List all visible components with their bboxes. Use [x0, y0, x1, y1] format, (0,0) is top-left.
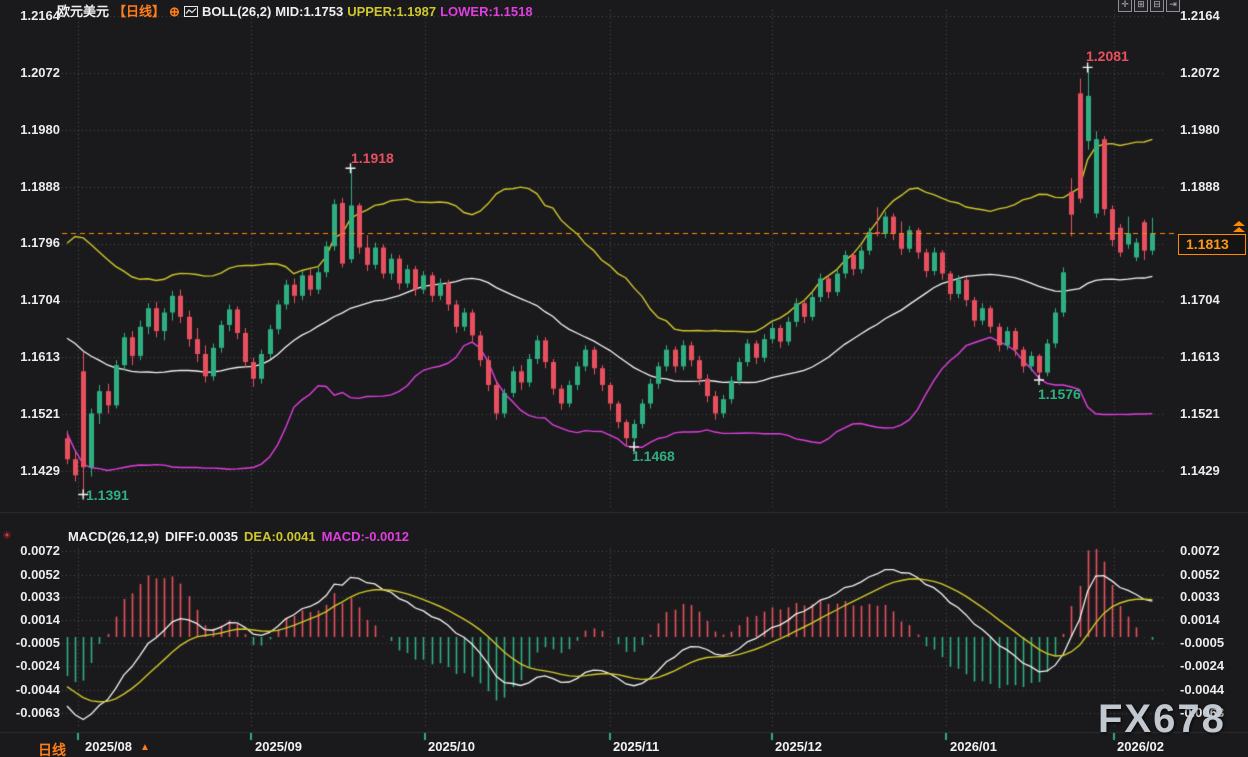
crosshair-icon[interactable]: ✛ [1118, 0, 1132, 12]
macd-tick-right: 0.0072 [1180, 543, 1240, 559]
macd-tick: -0.0044 [6, 682, 60, 698]
price-tick: 1.2164 [6, 8, 60, 24]
macd-tick: 0.0033 [6, 589, 60, 605]
price-tick-right: 1.1521 [1180, 406, 1240, 422]
price-tick-right: 1.2072 [1180, 65, 1240, 81]
price-tick: 1.1429 [6, 463, 60, 479]
macd-tick: 0.0052 [6, 567, 60, 583]
macd-tick: 0.0014 [6, 612, 60, 628]
high-annotation: 1.1918 [351, 150, 394, 166]
macd-header: MACD(26,12,9) DIFF:0.0035 DEA:0.0041 MACD:-… [68, 529, 415, 544]
timeframe-up-arrow-icon[interactable]: ▲ [140, 742, 150, 753]
macd-tick-right: 0.0052 [1180, 567, 1240, 583]
macd-hist-value: MACD:-0.0012 [322, 529, 409, 544]
price-tick-right: 1.1613 [1180, 349, 1240, 365]
macd-tick: -0.0063 [6, 705, 60, 721]
indicator-chart-icon[interactable] [184, 5, 198, 20]
price-tick: 1.2072 [6, 65, 60, 81]
macd-tick: 0.0072 [6, 543, 60, 559]
price-tick: 1.1521 [6, 406, 60, 422]
macd-tick: -0.0005 [6, 635, 60, 651]
price-tick-right: 1.2164 [1180, 8, 1240, 24]
boll-mid-value: MID:1.1753 [275, 4, 343, 19]
chart-header: 欧元美元【日线】 ⊕ BOLL(26,2) MID:1.1753 UPPER:1.198… [57, 1, 537, 20]
low-annotation: 1.1391 [86, 487, 129, 503]
fx678-watermark: FX678 [1098, 697, 1226, 742]
symbol-name: 欧元美元 [57, 4, 109, 19]
candlestick-chart-canvas[interactable] [0, 0, 1248, 757]
last-price-badge[interactable]: 1.1813 [1178, 234, 1246, 255]
time-tick: 2025/09 [255, 739, 302, 754]
add-pane-icon[interactable]: ⊞ [1134, 0, 1148, 12]
time-tick: 2025/10 [428, 739, 475, 754]
macd-tick-right: -0.0044 [1180, 682, 1240, 698]
macd-diff-value: DIFF:0.0035 [165, 529, 238, 544]
macd-tick-right: -0.0005 [1180, 635, 1240, 651]
price-tick: 1.1980 [6, 122, 60, 138]
time-tick: 2025/12 [775, 739, 822, 754]
price-tick: 1.1888 [6, 179, 60, 195]
macd-label[interactable]: MACD(26,12,9) [68, 529, 159, 544]
boll-upper-value: UPPER:1.1987 [347, 4, 436, 19]
boll-label[interactable]: BOLL(26,2) [202, 4, 271, 19]
time-tick: 2026/01 [950, 739, 997, 754]
price-tick: 1.1613 [6, 349, 60, 365]
time-tick: 2025/08 [85, 739, 132, 754]
price-tick-right: 1.1888 [1180, 179, 1240, 195]
low-annotation: 1.1576 [1038, 386, 1081, 402]
export-icon[interactable]: ⇥ [1166, 0, 1180, 12]
price-tick: 1.1704 [6, 292, 60, 308]
alert-dot-icon[interactable]: ☀ [2, 529, 12, 542]
macd-tick-right: 0.0033 [1180, 589, 1240, 605]
macd-tick-right: 0.0014 [1180, 612, 1240, 628]
add-indicator-icon[interactable]: ⊕ [169, 4, 180, 19]
boll-lower-value: LOWER:1.1518 [440, 4, 532, 19]
price-tick-right: 1.1704 [1180, 292, 1240, 308]
price-tick: 1.1796 [6, 235, 60, 251]
macd-tick: -0.0024 [6, 658, 60, 674]
low-annotation: 1.1468 [632, 448, 675, 464]
time-tick: 2025/11 [613, 739, 659, 754]
chart-window: 欧元美元【日线】 ⊕ BOLL(26,2) MID:1.1753 UPPER:1.198… [0, 0, 1248, 757]
macd-dea-value: DEA:0.0041 [244, 529, 316, 544]
price-tick-right: 1.1980 [1180, 122, 1240, 138]
reduce-pane-icon[interactable]: ⊟ [1150, 0, 1164, 12]
timeframe-selector[interactable]: 日线 [38, 740, 66, 757]
high-annotation: 1.2081 [1086, 48, 1129, 64]
timeframe-label[interactable]: 【日线】 [113, 4, 165, 19]
price-tick-right: 1.1429 [1180, 463, 1240, 479]
macd-tick-right: -0.0024 [1180, 658, 1240, 674]
price-up-arrows-icon [1233, 221, 1245, 233]
